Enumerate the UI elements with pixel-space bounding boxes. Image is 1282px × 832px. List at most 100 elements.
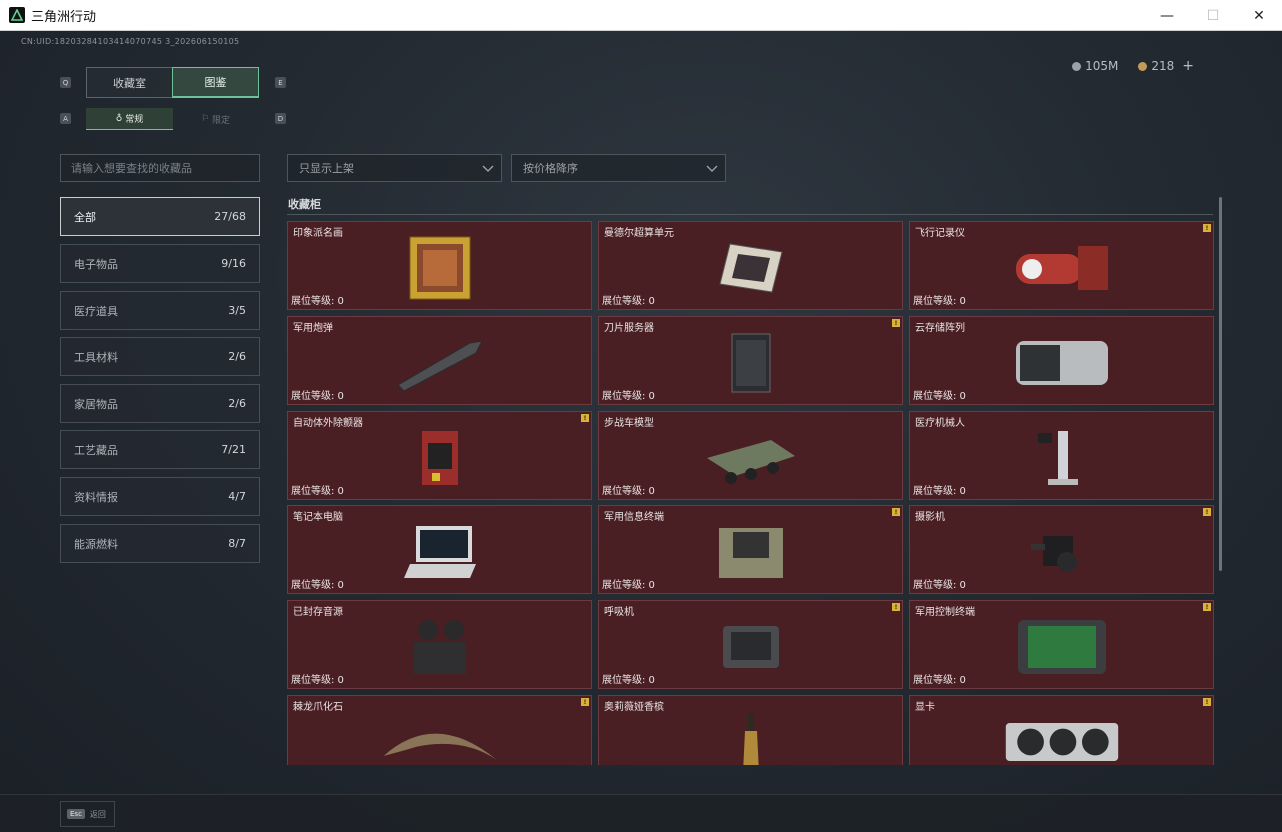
- storage-array-icon: [1002, 325, 1122, 401]
- item-name: 飞行记录仪: [915, 228, 965, 239]
- subtab-limited[interactable]: ⚐ 限定: [172, 108, 259, 130]
- collection-item-card[interactable]: 印象派名画 展位等级: 0: [287, 221, 592, 310]
- section-title: 收藏柜: [288, 198, 321, 211]
- silver-coin-icon: [1072, 62, 1082, 71]
- grid-scrollbar[interactable]: [1219, 197, 1222, 571]
- collection-item-card[interactable]: 曼德尔超算单元 展位等级: 0: [598, 221, 903, 310]
- alert-badge-icon: !: [892, 508, 900, 516]
- item-booth-level: 展位等级: 0: [291, 296, 344, 307]
- category-all[interactable]: 全部 27/68: [60, 197, 260, 236]
- collection-item-card[interactable]: 摄影机 展位等级: 0!: [909, 505, 1214, 594]
- item-booth-level: 展位等级: 0: [602, 296, 655, 307]
- collection-item-card[interactable]: 云存储阵列 展位等级: 0: [909, 316, 1214, 405]
- laptop-icon: [380, 514, 500, 590]
- alert-badge-icon: !: [892, 319, 900, 327]
- reel-recorder-icon: [380, 609, 500, 685]
- item-name: 军用信息终端: [604, 512, 664, 523]
- game-viewport: CN:UID:18203284103414070745 3_2026061501…: [0, 31, 1282, 832]
- item-booth-level: 展位等级: 0: [291, 675, 344, 686]
- close-button[interactable]: ✕: [1236, 0, 1282, 31]
- uid-label: CN:UID:18203284103414070745 3_2026061501…: [21, 37, 240, 46]
- collection-item-card[interactable]: 军用炮弹展位等级: 0: [287, 316, 592, 405]
- collection-item-card[interactable]: 棘龙爪化石展位等级: 0!: [287, 695, 592, 765]
- flame-icon: ♁: [115, 113, 123, 124]
- collection-item-card[interactable]: 军用控制终端 展位等级: 0!: [909, 600, 1214, 689]
- item-booth-level: 展位等级: 0: [291, 580, 344, 591]
- maximize-button[interactable]: ☐: [1190, 0, 1236, 31]
- collection-item-card[interactable]: 飞行记录仪展位等级: 0!: [909, 221, 1214, 310]
- collection-item-card[interactable]: 军用信息终端 展位等级: 0!: [598, 505, 903, 594]
- tab-collection-room[interactable]: 收藏室: [86, 67, 173, 98]
- search-input[interactable]: 请输入想要查找的收藏品: [60, 154, 260, 182]
- item-name: 呼吸机: [604, 607, 634, 618]
- collection-item-card[interactable]: 笔记本电脑展位等级: 0: [287, 505, 592, 594]
- key-hint-a: A: [60, 113, 71, 124]
- alert-badge-icon: !: [581, 414, 589, 422]
- limited-icon: ⚐: [200, 114, 210, 124]
- control-terminal-icon: [1002, 609, 1122, 685]
- key-hint-d: D: [275, 113, 286, 124]
- collection-grid: 印象派名画 展位等级: 0 曼德尔超算单元 展位等级: 0 飞行记录仪 展位等级: 0! 军…: [287, 221, 1214, 765]
- silver-currency: 105M: [1072, 59, 1118, 73]
- item-booth-level: 展位等级: 0: [291, 391, 344, 402]
- item-name: 笔记本电脑: [293, 512, 343, 523]
- defibrillator-icon: [380, 420, 500, 496]
- item-name: 奥莉薇娅香槟: [604, 702, 664, 713]
- back-button[interactable]: Esc 返回: [60, 801, 115, 827]
- ventilator-icon: [691, 609, 811, 685]
- item-booth-level: 展位等级: 0: [913, 296, 966, 307]
- collection-item-card[interactable]: 呼吸机展位等级: 0!: [598, 600, 903, 689]
- alert-badge-icon: !: [581, 698, 589, 706]
- chevron-down-icon: [482, 165, 494, 172]
- collection-item-card[interactable]: 刀片服务器展位等级: 0!: [598, 316, 903, 405]
- camera-icon: [1002, 514, 1122, 590]
- category-home[interactable]: 家居物品 2/6: [60, 384, 260, 423]
- item-name: 摄影机: [915, 512, 945, 523]
- collection-item-card[interactable]: 自动体外除颤器 展位等级: 0!: [287, 411, 592, 500]
- claw-fossil-icon: [380, 704, 500, 765]
- item-name: 军用炮弹: [293, 323, 333, 334]
- subtab-regular[interactable]: ♁ 常规: [86, 108, 173, 130]
- item-name: 棘龙爪化石: [293, 702, 343, 713]
- sort-dropdown[interactable]: 按价格降序: [511, 154, 726, 182]
- bottom-bar: Esc 返回: [0, 794, 1282, 832]
- gold-currency: 218 +: [1138, 58, 1194, 74]
- item-booth-level: 展位等级: 0: [602, 675, 655, 686]
- alert-badge-icon: !: [892, 603, 900, 611]
- collection-item-card[interactable]: 步战车模型展位等级: 0: [598, 411, 903, 500]
- item-booth-level: 展位等级: 0: [602, 486, 655, 497]
- tab-catalog[interactable]: 图鉴: [172, 67, 259, 98]
- item-booth-level: 展位等级: 0: [913, 580, 966, 591]
- item-booth-level: 展位等级: 0: [602, 391, 655, 402]
- item-booth-level: 展位等级: 0: [291, 486, 344, 497]
- item-name: 显卡: [915, 702, 935, 713]
- category-energy[interactable]: 能源燃料 8/7: [60, 524, 260, 563]
- show-filter-dropdown[interactable]: 只显示上架: [287, 154, 502, 182]
- item-name: 自动体外除颤器: [293, 418, 363, 429]
- category-crafts[interactable]: 工艺藏品 7/21: [60, 430, 260, 469]
- alert-badge-icon: !: [1203, 603, 1211, 611]
- category-electronics[interactable]: 电子物品 9/16: [60, 244, 260, 283]
- chip-icon: [691, 230, 811, 306]
- item-name: 步战车模型: [604, 418, 654, 429]
- category-intel[interactable]: 资料情报 4/7: [60, 477, 260, 516]
- category-medical[interactable]: 医疗道具 3/5: [60, 291, 260, 330]
- item-name: 医疗机械人: [915, 418, 965, 429]
- key-hint-e: E: [275, 77, 286, 88]
- collection-item-card[interactable]: 医疗机械人 展位等级: 0: [909, 411, 1214, 500]
- ifv-model-icon: [691, 420, 811, 496]
- collection-item-card[interactable]: 奥莉薇娅香槟展位等级: 0: [598, 695, 903, 765]
- minimize-button[interactable]: —: [1144, 0, 1190, 31]
- flight-recorder-icon: [1002, 230, 1122, 306]
- add-currency-button[interactable]: +: [1182, 58, 1194, 74]
- collection-item-card[interactable]: 显卡展位等级: 0!: [909, 695, 1214, 765]
- back-label: 返回: [89, 809, 106, 819]
- collection-item-card[interactable]: 已封存音源 展位等级: 0: [287, 600, 592, 689]
- item-name: 刀片服务器: [604, 323, 654, 334]
- window-titlebar: 三角洲行动 — ☐ ✕: [0, 0, 1282, 31]
- category-tools[interactable]: 工具材料 2/6: [60, 337, 260, 376]
- alert-badge-icon: !: [1203, 224, 1211, 232]
- chevron-down-icon: [706, 165, 718, 172]
- item-name: 军用控制终端: [915, 607, 975, 618]
- esc-key-hint: Esc: [67, 809, 85, 819]
